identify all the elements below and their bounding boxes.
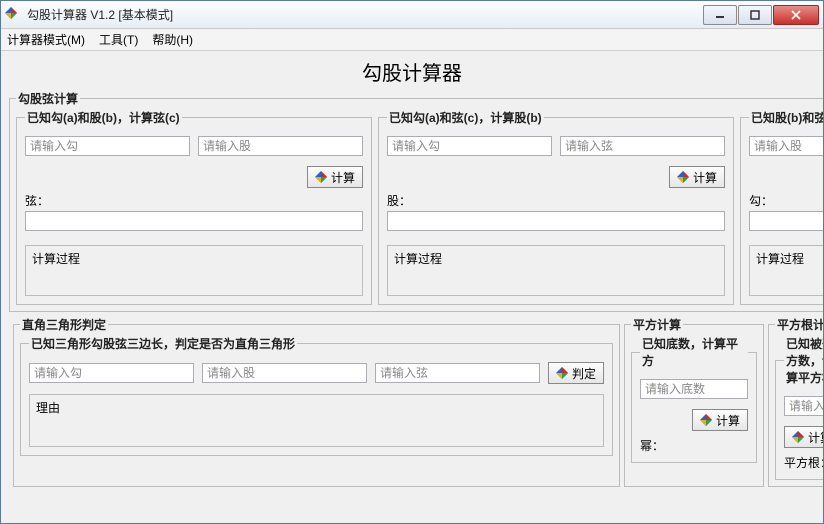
window-controls	[703, 5, 819, 25]
minimize-icon	[715, 10, 725, 20]
group-triangle: 直角三角形判定 已知三角形勾股弦三边长，判定是否为直角三角形 判定 理由	[13, 316, 620, 487]
panel-compute-b-legend: 已知勾(a)和弦(c)，计算股(b)	[387, 109, 544, 126]
diamond-icon	[700, 414, 712, 426]
tri-reason-label: 理由	[36, 401, 60, 415]
input-a-2[interactable]	[387, 136, 552, 156]
panel-compute-b: 已知勾(a)和弦(c)，计算股(b) 计算 股：	[378, 109, 734, 305]
sqrt-calc-button-label: 计算	[808, 429, 823, 446]
panel-compute-a-legend: 已知股(b)和弦(c)，计算勾(a)	[749, 109, 823, 126]
input-b-1[interactable]	[198, 136, 363, 156]
page-title: 勾股计算器	[9, 55, 815, 90]
process-box-2: 计算过程	[387, 245, 725, 296]
panel-compute-c-legend: 已知勾(a)和股(b)，计算弦(c)	[25, 109, 182, 126]
app-icon	[5, 7, 21, 23]
tri-judge-button[interactable]: 判定	[548, 362, 604, 384]
sqrt-calc-button[interactable]: 计算	[784, 426, 823, 448]
tri-input-c[interactable]	[375, 363, 540, 383]
process-box-3: 计算过程	[749, 245, 823, 296]
menu-tools[interactable]: 工具(T)	[99, 31, 138, 48]
group-pythagoras: 勾股弦计算 已知勾(a)和股(b)，计算弦(c) 计算	[9, 90, 823, 312]
minimize-button[interactable]	[703, 5, 737, 25]
menu-help[interactable]: 帮助(H)	[152, 31, 193, 48]
panel-sqrt-legend: 已知被开方数，计算平方根	[784, 335, 823, 386]
process-label-3: 计算过程	[756, 252, 804, 266]
square-input[interactable]	[640, 379, 748, 399]
panel-triangle: 已知三角形勾股弦三边长，判定是否为直角三角形 判定 理由	[20, 335, 613, 456]
group-sqrt-legend: 平方根计算	[775, 316, 823, 333]
tri-reason-box: 理由	[29, 394, 604, 447]
group-pythagoras-legend: 勾股弦计算	[16, 90, 80, 107]
maximize-icon	[750, 10, 760, 20]
square-calc-button-label: 计算	[716, 412, 740, 429]
menubar: 计算器模式(M) 工具(T) 帮助(H)	[1, 29, 823, 51]
group-triangle-legend: 直角三角形判定	[20, 316, 108, 333]
calc-button-1-label: 计算	[331, 169, 355, 186]
tri-judge-button-label: 判定	[572, 365, 596, 382]
tri-input-b[interactable]	[202, 363, 367, 383]
group-square-legend: 平方计算	[631, 316, 683, 333]
panel-compute-c: 已知勾(a)和股(b)，计算弦(c) 计算 弦：	[16, 109, 372, 305]
square-calc-button[interactable]: 计算	[692, 409, 748, 431]
client-area: 勾股计算器 勾股弦计算 已知勾(a)和股(b)，计算弦(c) 计算	[1, 51, 823, 523]
titlebar: 勾股计算器 V1.2 [基本模式]	[1, 1, 823, 29]
process-label-1: 计算过程	[32, 252, 80, 266]
calc-button-2[interactable]: 计算	[669, 166, 725, 188]
calc-button-2-label: 计算	[693, 169, 717, 186]
result-box-2	[387, 211, 725, 231]
panel-triangle-legend: 已知三角形勾股弦三边长，判定是否为直角三角形	[29, 335, 297, 352]
process-label-2: 计算过程	[394, 252, 442, 266]
tri-input-a[interactable]	[29, 363, 194, 383]
close-icon	[790, 10, 802, 20]
sqrt-input[interactable]	[784, 396, 823, 416]
menu-mode[interactable]: 计算器模式(M)	[7, 31, 85, 48]
sqrt-result-label: 平方根：	[784, 454, 823, 471]
input-a-1[interactable]	[25, 136, 190, 156]
group-square: 平方计算 已知底数，计算平方 计算 幂：	[624, 316, 764, 487]
panel-square-legend: 已知底数，计算平方	[640, 335, 748, 369]
window-title: 勾股计算器 V1.2 [基本模式]	[27, 6, 703, 23]
close-button[interactable]	[773, 5, 819, 25]
group-sqrt: 平方根计算 已知被开方数，计算平方根 计算 平方根：	[768, 316, 823, 487]
diamond-icon	[792, 431, 804, 443]
result-box-3	[749, 211, 823, 231]
result-label-1: 弦：	[25, 192, 363, 209]
input-c-2[interactable]	[560, 136, 725, 156]
panel-square: 已知底数，计算平方 计算 幂：	[631, 335, 757, 463]
input-b-3[interactable]	[749, 136, 823, 156]
result-label-3: 勾：	[749, 192, 823, 209]
panel-sqrt: 已知被开方数，计算平方根 计算 平方根：	[775, 335, 823, 480]
process-box-1: 计算过程	[25, 245, 363, 296]
diamond-icon	[556, 367, 568, 379]
calc-button-1[interactable]: 计算	[307, 166, 363, 188]
result-box-1	[25, 211, 363, 231]
maximize-button[interactable]	[738, 5, 772, 25]
result-label-2: 股：	[387, 192, 725, 209]
square-result-label: 幂：	[640, 437, 748, 454]
app-window: 勾股计算器 V1.2 [基本模式] 计算器模式(M) 工具(T) 帮助(H) 勾…	[0, 0, 824, 524]
diamond-icon	[677, 171, 689, 183]
diamond-icon	[315, 171, 327, 183]
panel-compute-a: 已知股(b)和弦(c)，计算勾(a) 计算 勾：	[740, 109, 823, 305]
